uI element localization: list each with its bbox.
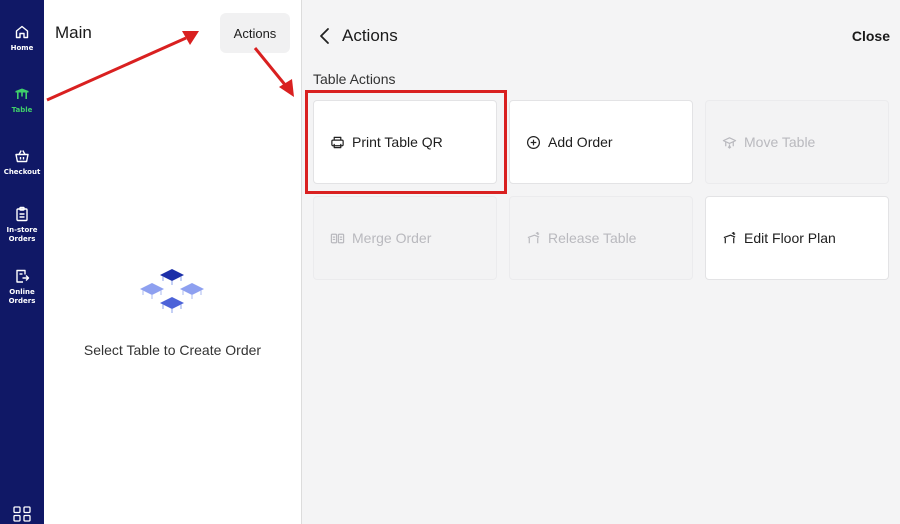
- edit-floor-plan-button[interactable]: Edit Floor Plan: [705, 196, 889, 280]
- release-table-button[interactable]: Release Table: [509, 196, 693, 280]
- print-table-qr-label: Print Table QR: [352, 134, 443, 150]
- empty-state-text: Select Table to Create Order: [83, 342, 262, 358]
- actions-button[interactable]: Actions: [220, 13, 290, 53]
- table-illustration-left: [140, 283, 164, 299]
- back-chevron-icon[interactable]: [316, 26, 334, 46]
- nav-label-online-orders: Online Orders: [8, 288, 36, 305]
- table-illustration-top: [160, 269, 184, 285]
- grid-menu-icon[interactable]: [12, 506, 32, 522]
- nav-item-table[interactable]: Table: [0, 86, 44, 115]
- nav-label-instore-orders: In-store Orders: [6, 226, 38, 243]
- move-table-label: Move Table: [744, 134, 816, 150]
- home-icon: [15, 25, 29, 39]
- nav-rail: Home Table Checkout In-store Orders Onli…: [0, 0, 44, 524]
- plus-circle-icon: [526, 135, 541, 149]
- online-order-icon: [16, 269, 30, 283]
- nav-item-checkout[interactable]: Checkout: [0, 148, 44, 177]
- table-icon: [15, 88, 29, 99]
- main-title: Main: [55, 23, 92, 42]
- release-table-label: Release Table: [548, 230, 637, 246]
- merge-order-label: Merge Order: [352, 230, 432, 246]
- merge-order-button[interactable]: Merge Order: [313, 196, 497, 280]
- nav-label-home: Home: [10, 44, 34, 52]
- edit-floor-plan-label: Edit Floor Plan: [744, 230, 836, 246]
- move-table-icon: [722, 136, 737, 149]
- printer-icon: [331, 136, 344, 148]
- move-table-button[interactable]: Move Table: [705, 100, 889, 184]
- merge-icon: [330, 233, 345, 243]
- clipboard-icon: [16, 206, 28, 222]
- nav-item-online-orders[interactable]: Online Orders: [0, 268, 44, 305]
- nav-label-checkout: Checkout: [3, 168, 41, 176]
- floor-plan-icon: [723, 231, 736, 243]
- table-illustration-bottom: [160, 297, 184, 313]
- actions-sheet: Actions Close Table Actions Print Table …: [302, 0, 900, 524]
- release-table-icon: [527, 231, 540, 243]
- sheet-title: Actions: [342, 26, 398, 45]
- app-window: Home Table Checkout In-store Orders Onli…: [0, 0, 900, 524]
- add-order-label: Add Order: [548, 134, 613, 150]
- section-label: Table Actions: [313, 71, 396, 87]
- nav-item-instore-orders[interactable]: In-store Orders: [0, 206, 44, 243]
- add-order-button[interactable]: Add Order: [509, 100, 693, 184]
- nav-label-table: Table: [11, 106, 33, 114]
- tables-illustration: [140, 269, 204, 313]
- basket-icon: [15, 150, 29, 163]
- main-panel: Main Actions Select Table to Create Orde…: [44, 0, 301, 524]
- print-table-qr-button[interactable]: Print Table QR: [313, 100, 497, 184]
- nav-item-home[interactable]: Home: [0, 24, 44, 53]
- close-button[interactable]: Close: [852, 28, 890, 44]
- table-illustration-right: [180, 283, 204, 299]
